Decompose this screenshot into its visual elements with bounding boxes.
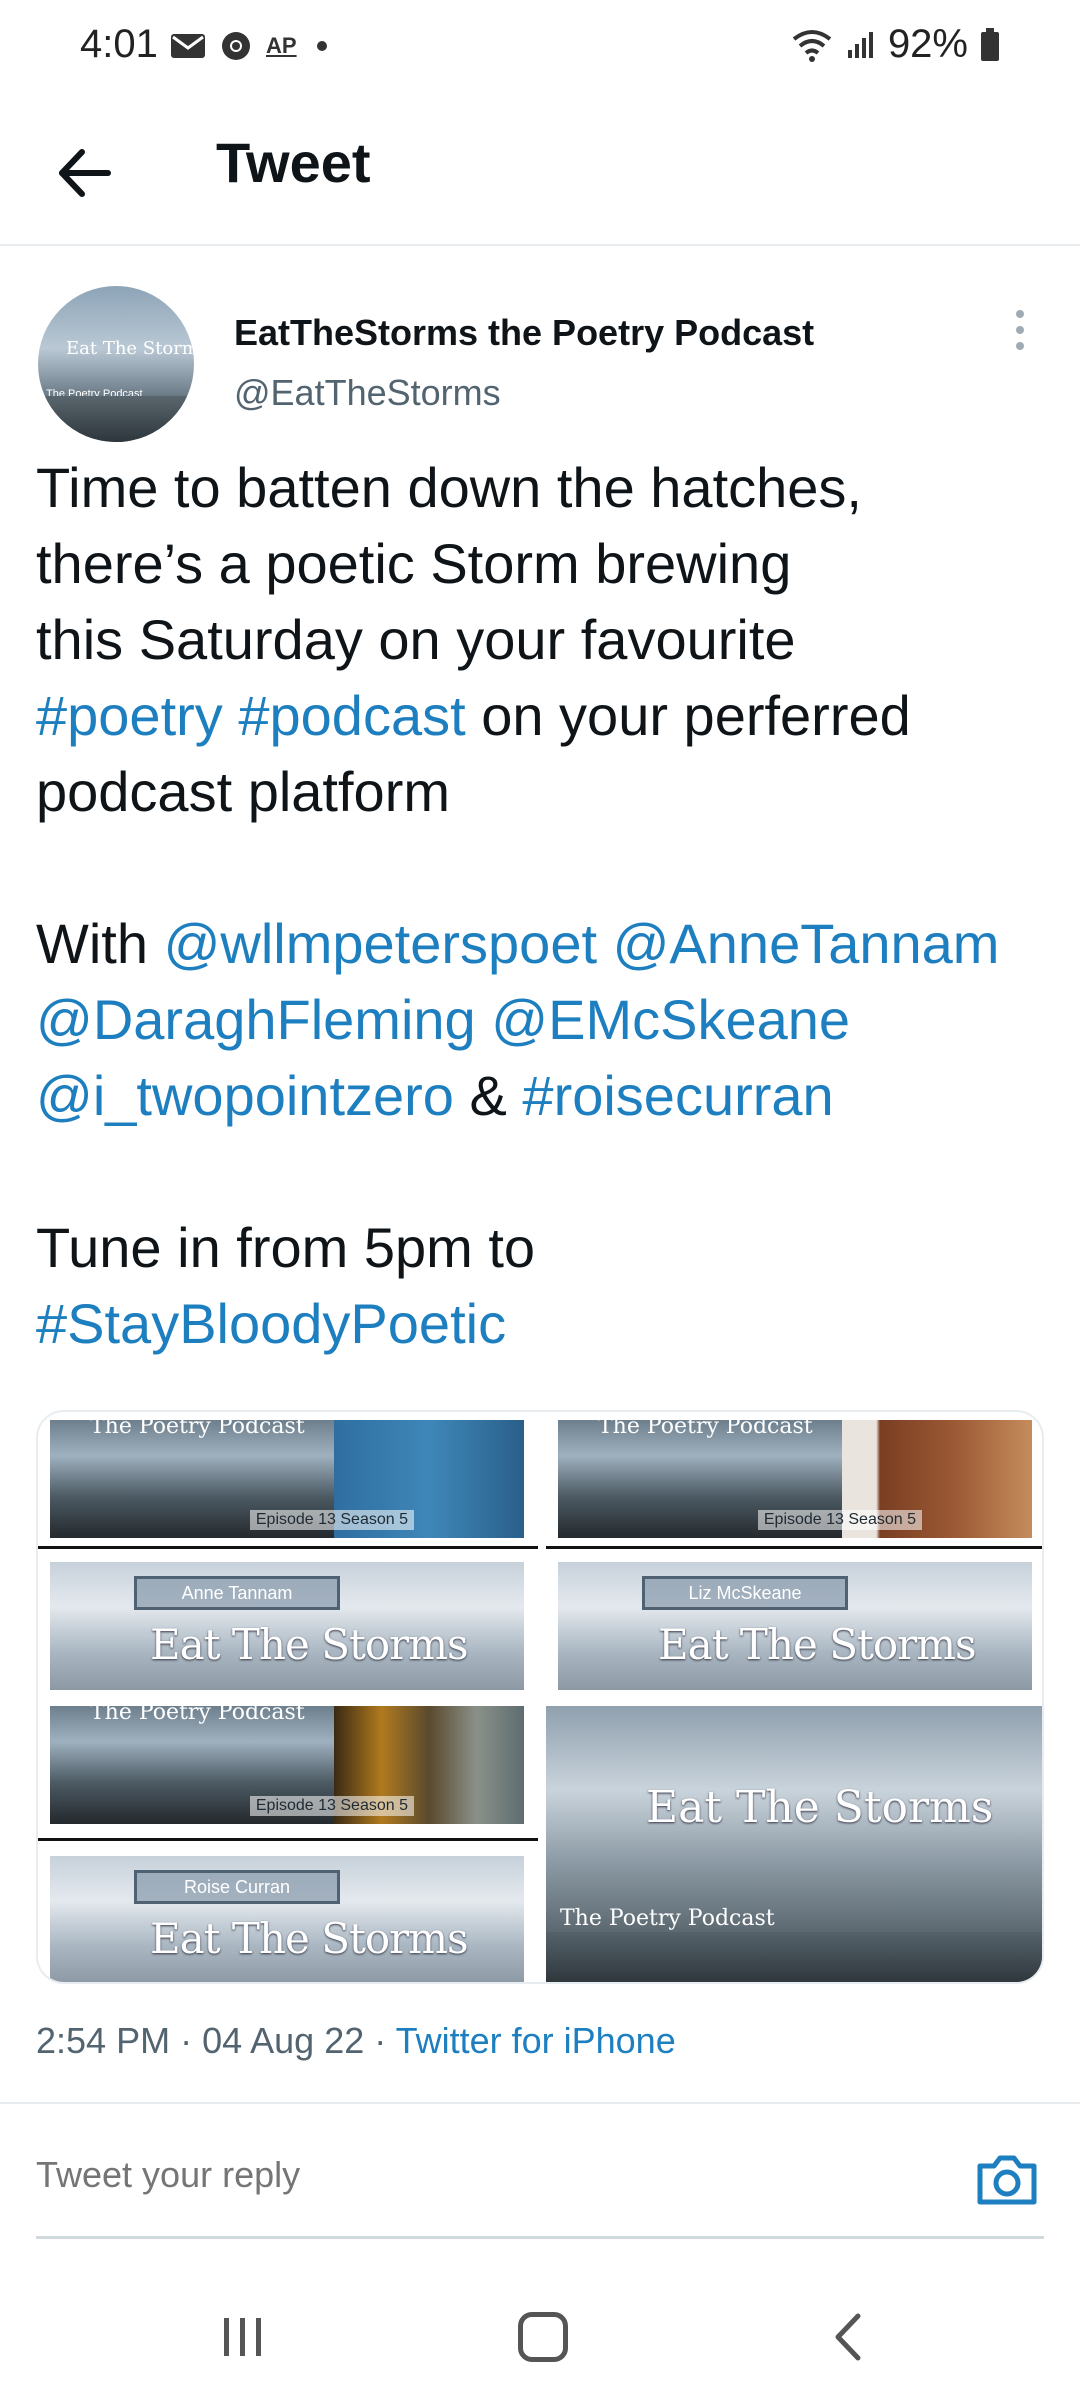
tweet-line: podcast platform — [36, 760, 450, 823]
camera-icon[interactable] — [974, 2146, 1040, 2212]
nav-back-icon[interactable] — [830, 2312, 864, 2362]
media-image[interactable]: The Poetry Podcast Episode 13 Season 5 L… — [546, 1412, 1042, 1698]
divider — [0, 2102, 1080, 2104]
tweet-line: Tune in from 5pm to — [36, 1216, 536, 1279]
episode-strip: The Poetry Podcast Episode 13 Season 5 — [558, 1414, 1032, 1538]
reply-underline — [36, 2236, 1044, 2239]
episode-strip: The Poetry Podcast Episode 13 Season 5 — [50, 1706, 524, 1824]
divider — [38, 1546, 538, 1549]
tweet-text-fragment: & — [453, 1064, 523, 1127]
page-title: Tweet — [216, 131, 371, 194]
guest-name: Anne Tannam — [134, 1576, 340, 1610]
tweet-line: #poetry #podcast on your perferred — [36, 678, 1056, 754]
signal-icon — [847, 31, 873, 58]
tweet-time: 2:54 PM — [36, 2020, 171, 2061]
mail-icon — [171, 34, 205, 58]
status-time: 4:01 — [80, 22, 158, 66]
avatar-pier — [38, 396, 194, 442]
tweet-text-fragment: on your perferred — [465, 684, 911, 747]
status-bar: 4:01 AP 92% — [0, 0, 1080, 100]
episode-label: Episode 13 Season 5 — [249, 1796, 414, 1816]
tweet-line: there’s a poetic Storm brewing — [36, 532, 792, 595]
strip-label: The Poetry Podcast — [90, 1706, 305, 1725]
media-grid: The Poetry Podcast Episode 13 Season 5 A… — [36, 1410, 1044, 1984]
cover-subtitle: The Poetry Podcast — [560, 1906, 775, 1931]
battery-percent: 92% — [887, 22, 968, 66]
meta-separator: · — [170, 2020, 203, 2061]
notification-icons: AP — [170, 30, 327, 62]
mention-link[interactable]: @AnneTannam — [613, 912, 1000, 975]
battery-icon — [981, 27, 999, 61]
hashtag-link[interactable]: #roisecurran — [522, 1064, 833, 1127]
cover-pier — [546, 1932, 1042, 1982]
tweet-line: @DaraghFleming @EMcSkeane — [36, 982, 1056, 1058]
mention-link[interactable]: @DaraghFleming — [36, 988, 476, 1051]
mention-link[interactable]: @wllmpeterspoet — [164, 912, 597, 975]
tweet-text-fragment: With — [36, 912, 164, 975]
strip-label: The Poetry Podcast — [598, 1414, 813, 1439]
ap-icon: AP — [266, 33, 297, 58]
media-image[interactable]: The Poetry Podcast Episode 13 Season 5 A… — [38, 1412, 538, 1698]
hashtag-link[interactable]: #podcast — [238, 684, 465, 747]
divider — [38, 1838, 538, 1841]
media-image[interactable]: Eat The Storms The Poetry Podcast — [546, 1706, 1042, 1982]
author-name[interactable]: EatTheStorms the Poetry Podcast — [234, 312, 814, 354]
tweet-line: #StayBloodyPoetic — [36, 1286, 1056, 1362]
mention-link[interactable]: @i_twopointzero — [36, 1064, 454, 1127]
banner-title: Eat The Storms — [150, 1620, 469, 1669]
wifi-icon — [792, 29, 832, 62]
hashtag-link[interactable]: #poetry — [36, 684, 223, 747]
eat-the-storms-banner: Anne Tannam Eat The Storms — [50, 1562, 524, 1690]
back-arrow-icon[interactable] — [50, 138, 120, 208]
dot-icon — [316, 41, 327, 51]
tweet-text: Time to batten down the hatches, there’s… — [36, 450, 1056, 1362]
guest-name: Roise Curran — [134, 1870, 340, 1904]
status-right: 92% — [790, 22, 1000, 67]
mention-link[interactable]: @EMcSkeane — [491, 988, 850, 1051]
episode-label: Episode 13 Season 5 — [757, 1510, 922, 1530]
eat-the-storms-banner: Roise Curran Eat The Storms — [50, 1856, 524, 1982]
tweet-source-link[interactable]: Twitter for iPhone — [396, 2020, 676, 2061]
tweet-line: With @wllmpeterspoet @AnneTannam — [36, 906, 1056, 982]
tweet-line: @i_twopointzero & #roisecurran — [36, 1058, 1056, 1134]
eat-the-storms-banner: Liz McSkeane Eat The Storms — [558, 1562, 1032, 1690]
banner-title: Eat The Storms — [658, 1620, 977, 1669]
meta-separator: · — [364, 2020, 396, 2061]
home-icon[interactable] — [518, 2312, 568, 2362]
chrome-icon — [222, 32, 250, 60]
reply-input[interactable] — [36, 2154, 936, 2196]
avatar[interactable]: Eat The Storms The Poetry Podcast — [38, 286, 194, 442]
strip-label: The Poetry Podcast — [90, 1414, 305, 1439]
guest-name: Liz McSkeane — [642, 1576, 848, 1610]
divider — [546, 1546, 1042, 1549]
author-handle[interactable]: @EatTheStorms — [234, 372, 501, 414]
tweet-date: 04 Aug 22 — [202, 2020, 365, 2061]
cover-title: Eat The Storms — [646, 1782, 994, 1833]
episode-label: Episode 13 Season 5 — [249, 1510, 414, 1530]
tweet-line: this Saturday on your favourite — [36, 608, 796, 671]
system-nav-bar — [0, 2270, 1080, 2400]
tweet-meta: 2:54 PM · 04 Aug 22 · Twitter for iPhone — [36, 2020, 676, 2062]
tweet-line: Time to batten down the hatches, — [36, 456, 862, 519]
more-options-icon[interactable] — [1008, 310, 1032, 358]
podcast-cover: Eat The Storms The Poetry Podcast — [546, 1706, 1042, 1982]
banner-title: Eat The Storms — [150, 1914, 469, 1963]
avatar-title: Eat The Storms — [66, 338, 194, 359]
episode-strip: The Poetry Podcast Episode 13 Season 5 — [50, 1414, 524, 1538]
recents-icon[interactable] — [220, 2316, 266, 2358]
media-image[interactable]: The Poetry Podcast Episode 13 Season 5 R… — [38, 1706, 538, 1982]
hashtag-link[interactable]: #StayBloodyPoetic — [36, 1292, 506, 1355]
app-header: Tweet — [0, 100, 1080, 246]
